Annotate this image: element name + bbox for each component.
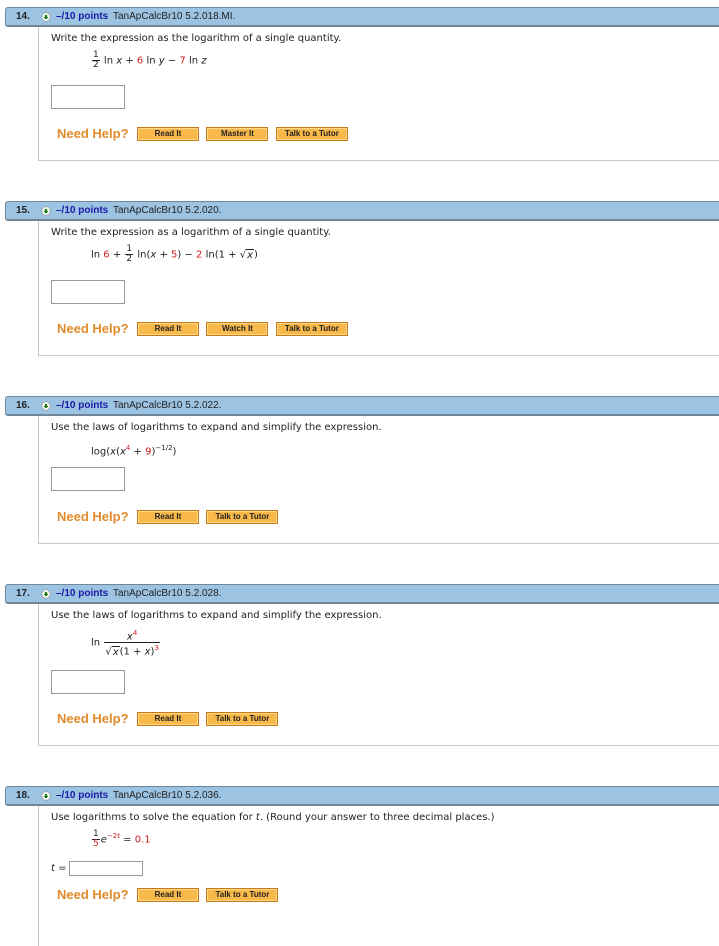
master-it-button[interactable]: Master It xyxy=(206,126,269,141)
question-prompt: Write the expression as a logarithm of a… xyxy=(51,227,331,238)
question-body: Use the laws of logarithms to expand and… xyxy=(38,604,719,746)
question-number: 15. xyxy=(16,205,30,216)
points-link[interactable]: –/10 points xyxy=(56,400,108,411)
question-id: TanApCalcBr10 5.2.018.MI. xyxy=(113,11,236,22)
question-prompt: Use the laws of logarithms to expand and… xyxy=(51,610,382,621)
need-help-row: Need Help? Read It Talk to a Tutor xyxy=(57,508,281,526)
talk-to-tutor-button[interactable]: Talk to a Tutor xyxy=(275,126,348,141)
points-link[interactable]: –/10 points xyxy=(56,588,108,599)
question-number: 16. xyxy=(16,400,30,411)
need-help-row: Need Help? Read It Talk to a Tutor xyxy=(57,886,281,904)
watch-it-button[interactable]: Watch It xyxy=(206,321,269,336)
question-number: 17. xyxy=(16,588,30,599)
need-help-label: Need Help? xyxy=(57,126,129,142)
expand-plus-icon[interactable] xyxy=(41,401,51,411)
question-header: 16. –/10 points TanApCalcBr10 5.2.022. xyxy=(5,396,719,416)
question-id: TanApCalcBr10 5.2.022. xyxy=(113,400,222,411)
read-it-button[interactable]: Read It xyxy=(136,321,199,336)
talk-to-tutor-button[interactable]: Talk to a Tutor xyxy=(206,711,279,726)
question-header: 17. –/10 points TanApCalcBr10 5.2.028. xyxy=(5,584,719,604)
question-header: 15. –/10 points TanApCalcBr10 5.2.020. xyxy=(5,201,719,221)
talk-to-tutor-button[interactable]: Talk to a Tutor xyxy=(206,887,279,902)
answer-input[interactable] xyxy=(51,85,125,109)
need-help-label: Need Help? xyxy=(57,509,129,525)
question-header: 14. –/10 points TanApCalcBr10 5.2.018.MI… xyxy=(5,7,719,27)
answer-input[interactable] xyxy=(69,861,143,876)
question-number: 18. xyxy=(16,790,30,801)
answer-label: t = xyxy=(51,863,67,874)
need-help-row: Need Help? Read It Talk to a Tutor xyxy=(57,710,281,728)
expand-plus-icon[interactable] xyxy=(41,12,51,22)
need-help-label: Need Help? xyxy=(57,887,129,903)
read-it-button[interactable]: Read It xyxy=(136,509,199,524)
points-link[interactable]: –/10 points xyxy=(56,205,108,216)
need-help-label: Need Help? xyxy=(57,321,129,337)
question-id: TanApCalcBr10 5.2.028. xyxy=(113,588,222,599)
question-prompt: Write the expression as the logarithm of… xyxy=(51,33,342,44)
need-help-label: Need Help? xyxy=(57,711,129,727)
answer-input[interactable] xyxy=(51,467,125,491)
talk-to-tutor-button[interactable]: Talk to a Tutor xyxy=(275,321,348,336)
question-body: Write the expression as a logarithm of a… xyxy=(38,221,719,356)
math-expression: log(x(x4 + 9)−1/2) xyxy=(91,444,177,458)
need-help-row: Need Help? Read It Watch It Talk to a Tu… xyxy=(57,320,351,338)
points-link[interactable]: –/10 points xyxy=(56,790,108,801)
need-help-row: Need Help? Read It Master It Talk to a T… xyxy=(57,125,351,143)
question-header: 18. –/10 points TanApCalcBr10 5.2.036. xyxy=(5,786,719,806)
read-it-button[interactable]: Read It xyxy=(136,126,199,141)
points-link[interactable]: –/10 points xyxy=(56,11,108,22)
question-number: 14. xyxy=(16,11,30,22)
question-body: Write the expression as the logarithm of… xyxy=(38,27,719,161)
expand-plus-icon[interactable] xyxy=(41,589,51,599)
math-expression: ln 6 + 12 ln(x + 5) − 2 ln(1 + √x) xyxy=(91,244,258,264)
question-id: TanApCalcBr10 5.2.036. xyxy=(113,790,222,801)
math-expression: ln x4 √x(1 + x)3 xyxy=(91,629,160,658)
talk-to-tutor-button[interactable]: Talk to a Tutor xyxy=(206,509,279,524)
expand-plus-icon[interactable] xyxy=(41,206,51,216)
expand-plus-icon[interactable] xyxy=(41,791,51,801)
read-it-button[interactable]: Read It xyxy=(136,711,199,726)
answer-input[interactable] xyxy=(51,670,125,694)
question-body: Use the laws of logarithms to expand and… xyxy=(38,416,719,544)
answer-input[interactable] xyxy=(51,280,125,304)
question-id: TanApCalcBr10 5.2.020. xyxy=(113,205,222,216)
math-expression: 1 5 e−2t = 0.1 xyxy=(92,829,151,849)
math-expression: 12 ln x + 6 ln y − 7 ln z xyxy=(92,50,207,70)
question-prompt: Use logarithms to solve the equation for… xyxy=(51,812,495,823)
question-prompt: Use the laws of logarithms to expand and… xyxy=(51,422,382,433)
read-it-button[interactable]: Read It xyxy=(136,887,199,902)
question-body: Use logarithms to solve the equation for… xyxy=(38,806,719,946)
